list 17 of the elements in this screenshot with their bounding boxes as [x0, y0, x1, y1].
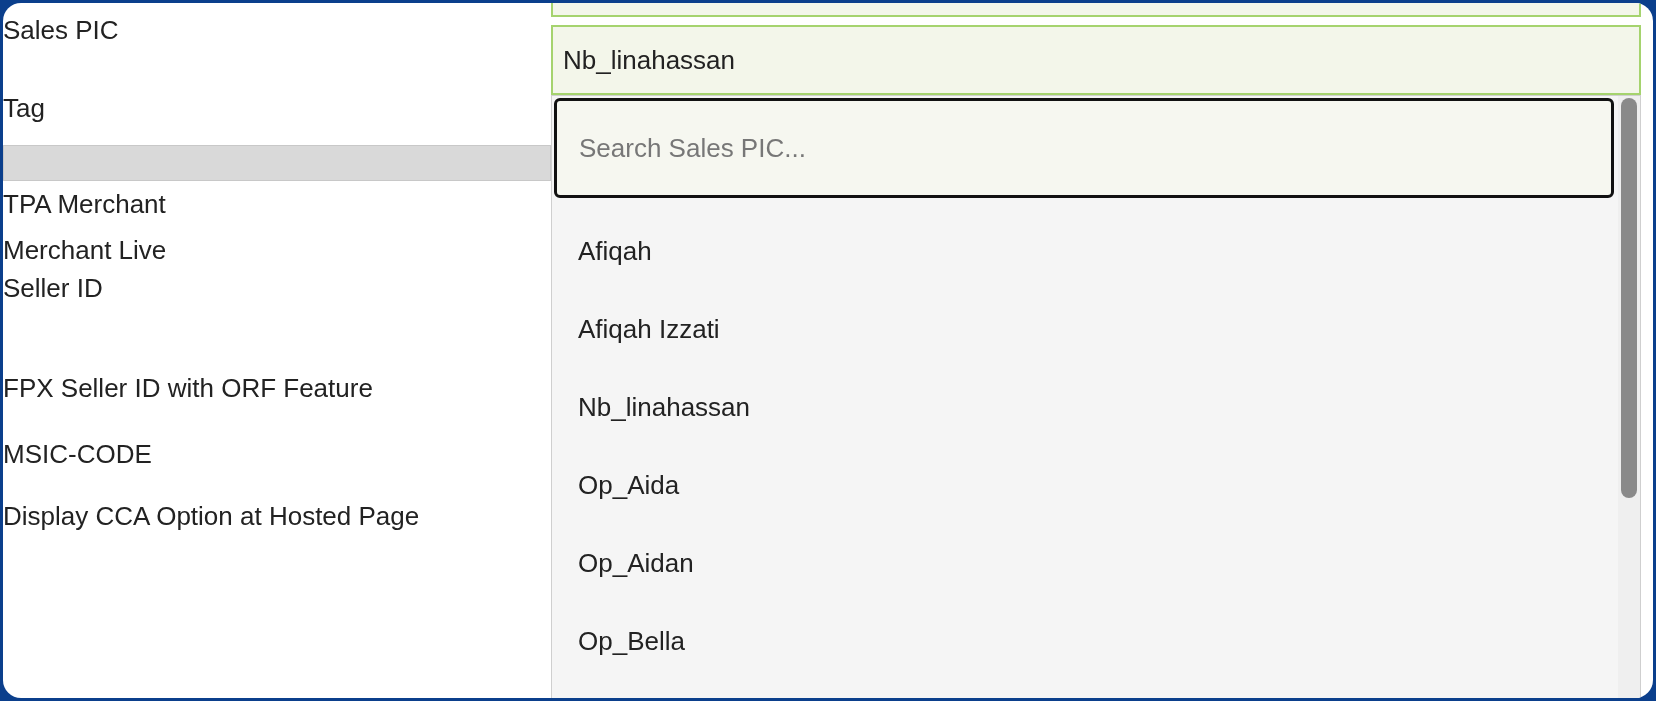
search-field[interactable]: Search Sales PIC...: [554, 98, 1614, 198]
dropdown-option[interactable]: Op_Aidan: [554, 524, 1614, 602]
dropdown-option[interactable]: Afiqah Izzati: [554, 290, 1614, 368]
dropdown-option[interactable]: Afiqah: [554, 212, 1614, 290]
field-label: Sales PIC: [3, 15, 119, 45]
field-label: Tag: [3, 93, 45, 123]
field-label: FPX Seller ID with ORF Feature: [3, 373, 373, 403]
dropdown-option[interactable]: Op_Bella: [554, 602, 1614, 680]
field-label: Display CCA Option at Hosted Page: [3, 501, 420, 531]
dropdown-option[interactable]: Op_Aida: [554, 446, 1614, 524]
field-label: MSIC-CODE: [3, 439, 152, 469]
scrollbar[interactable]: [1618, 96, 1640, 698]
dropdown-option[interactable]: Nb_linahassan: [554, 368, 1614, 446]
sales-pic-field[interactable]: Nb_linahassan: [551, 25, 1641, 95]
field-label: Seller ID: [3, 273, 103, 303]
field-label: Merchant Live: [3, 235, 167, 265]
field-label: TPA Merchant: [3, 189, 166, 219]
